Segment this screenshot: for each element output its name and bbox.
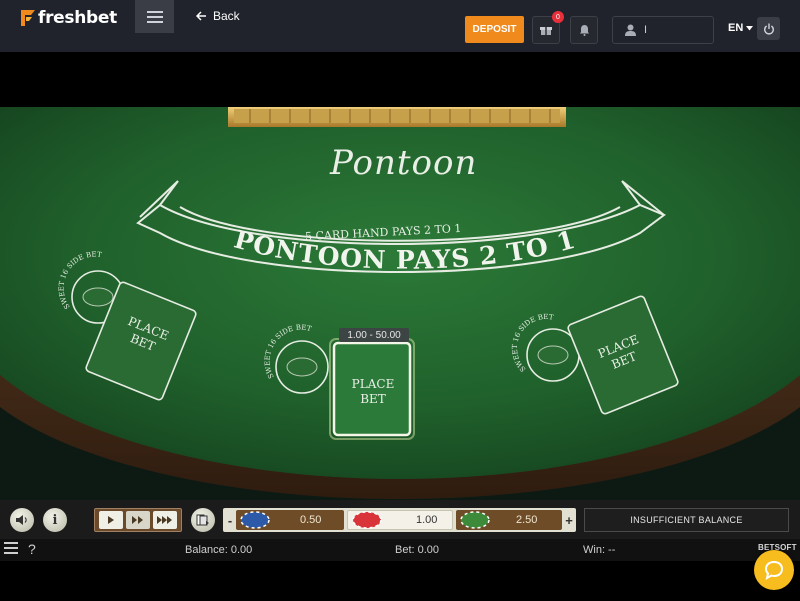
chip-option-1-selected[interactable]: 1.00 (347, 510, 453, 530)
speed-fast-button[interactable] (125, 511, 150, 529)
bet-display: Bet: 0.00 (395, 544, 440, 556)
cards-deal-icon (196, 514, 209, 526)
chip-icon (352, 511, 382, 529)
speed-selector (94, 508, 182, 532)
fastest-forward-icon (157, 516, 173, 524)
banner-text: PONTOON PAYS 2 TO 1 (231, 225, 578, 275)
speed-fastest-button[interactable] (152, 511, 177, 529)
menu-button[interactable] (135, 0, 174, 33)
place-bet-label-line2: BET (360, 392, 386, 406)
chip-value: 0.50 (300, 514, 322, 526)
brand-logo[interactable]: freshbet (20, 8, 117, 28)
hamburger-icon (4, 542, 18, 554)
minus-icon: - (227, 512, 233, 528)
language-label: EN (728, 22, 744, 34)
balance-display: Balance: 0.00 (185, 544, 253, 556)
help-button[interactable]: ? (28, 541, 36, 557)
live-chat-button[interactable] (754, 550, 794, 590)
game-menu-button[interactable] (4, 542, 18, 557)
user-icon (625, 24, 636, 36)
chip-icon (460, 511, 490, 529)
gift-badge: 0 (552, 11, 564, 23)
language-select[interactable]: EN (728, 22, 754, 34)
status-message: INSUFFICIENT BALANCE (584, 508, 789, 532)
caret-down-icon (746, 25, 754, 30)
chip-icon (240, 511, 270, 529)
deal-button[interactable] (191, 508, 215, 532)
fast-forward-icon (131, 516, 143, 524)
game-title: Pontoon (330, 143, 478, 183)
username: I (644, 24, 648, 36)
top-navigation-bar: freshbet Back DEPOSIT 0 I EN (0, 0, 800, 52)
user-account-button[interactable]: I (612, 16, 714, 44)
bell-icon (579, 25, 589, 36)
increase-chip-button[interactable]: + (563, 510, 575, 530)
back-label: Back (213, 9, 240, 23)
power-icon (763, 23, 774, 34)
pontoon-pays-banner: PONTOON PAYS 2 TO 1 (231, 225, 579, 275)
logo-text: freshbet (38, 8, 117, 28)
chip-option-0[interactable]: 0.50 (236, 510, 344, 530)
chip-value: 2.50 (516, 514, 538, 526)
place-bet-label-line1: PLACE (351, 377, 395, 391)
chip-option-2[interactable]: 2.50 (456, 510, 562, 530)
chip-value: 1.00 (416, 514, 438, 526)
chat-bubble-icon (764, 560, 784, 580)
info-button[interactable]: i (43, 508, 67, 532)
notifications-button[interactable] (570, 16, 598, 44)
play-icon (108, 516, 115, 524)
sound-button[interactable] (10, 508, 34, 532)
hamburger-icon (146, 10, 163, 23)
logout-button[interactable] (757, 17, 780, 40)
svg-text:PONTOON PAYS 2 TO 1: PONTOON PAYS 2 TO 1 (231, 225, 579, 275)
bet-limits-tooltip: 1.00 - 50.00 (339, 328, 409, 342)
place-bet-spot-center[interactable]: PLACE BET (349, 377, 397, 407)
gift-icon (540, 27, 552, 35)
info-icon: i (52, 512, 58, 528)
arrow-left-icon (196, 11, 206, 21)
back-link[interactable]: Back (196, 9, 240, 23)
gift-button[interactable]: 0 (532, 11, 564, 44)
plus-icon: + (565, 512, 573, 528)
decrease-chip-button[interactable]: - (225, 510, 235, 530)
page: freshbet Back DEPOSIT 0 I EN SWEET 16 SI… (0, 0, 800, 601)
speed-normal-button[interactable] (99, 511, 124, 529)
logo-mark-icon (21, 10, 35, 26)
game-table: SWEET 16 SIDE BET SWEET 16 SIDE BET SWEE… (0, 107, 800, 500)
status-bar: ? Balance: 0.00 Bet: 0.00 Win: -- (0, 539, 800, 561)
speaker-icon (16, 515, 27, 525)
deposit-button[interactable]: DEPOSIT (465, 16, 524, 43)
chip-selector: - 0.50 1.00 2.50 + (223, 508, 576, 532)
win-display: Win: -- (583, 544, 616, 556)
